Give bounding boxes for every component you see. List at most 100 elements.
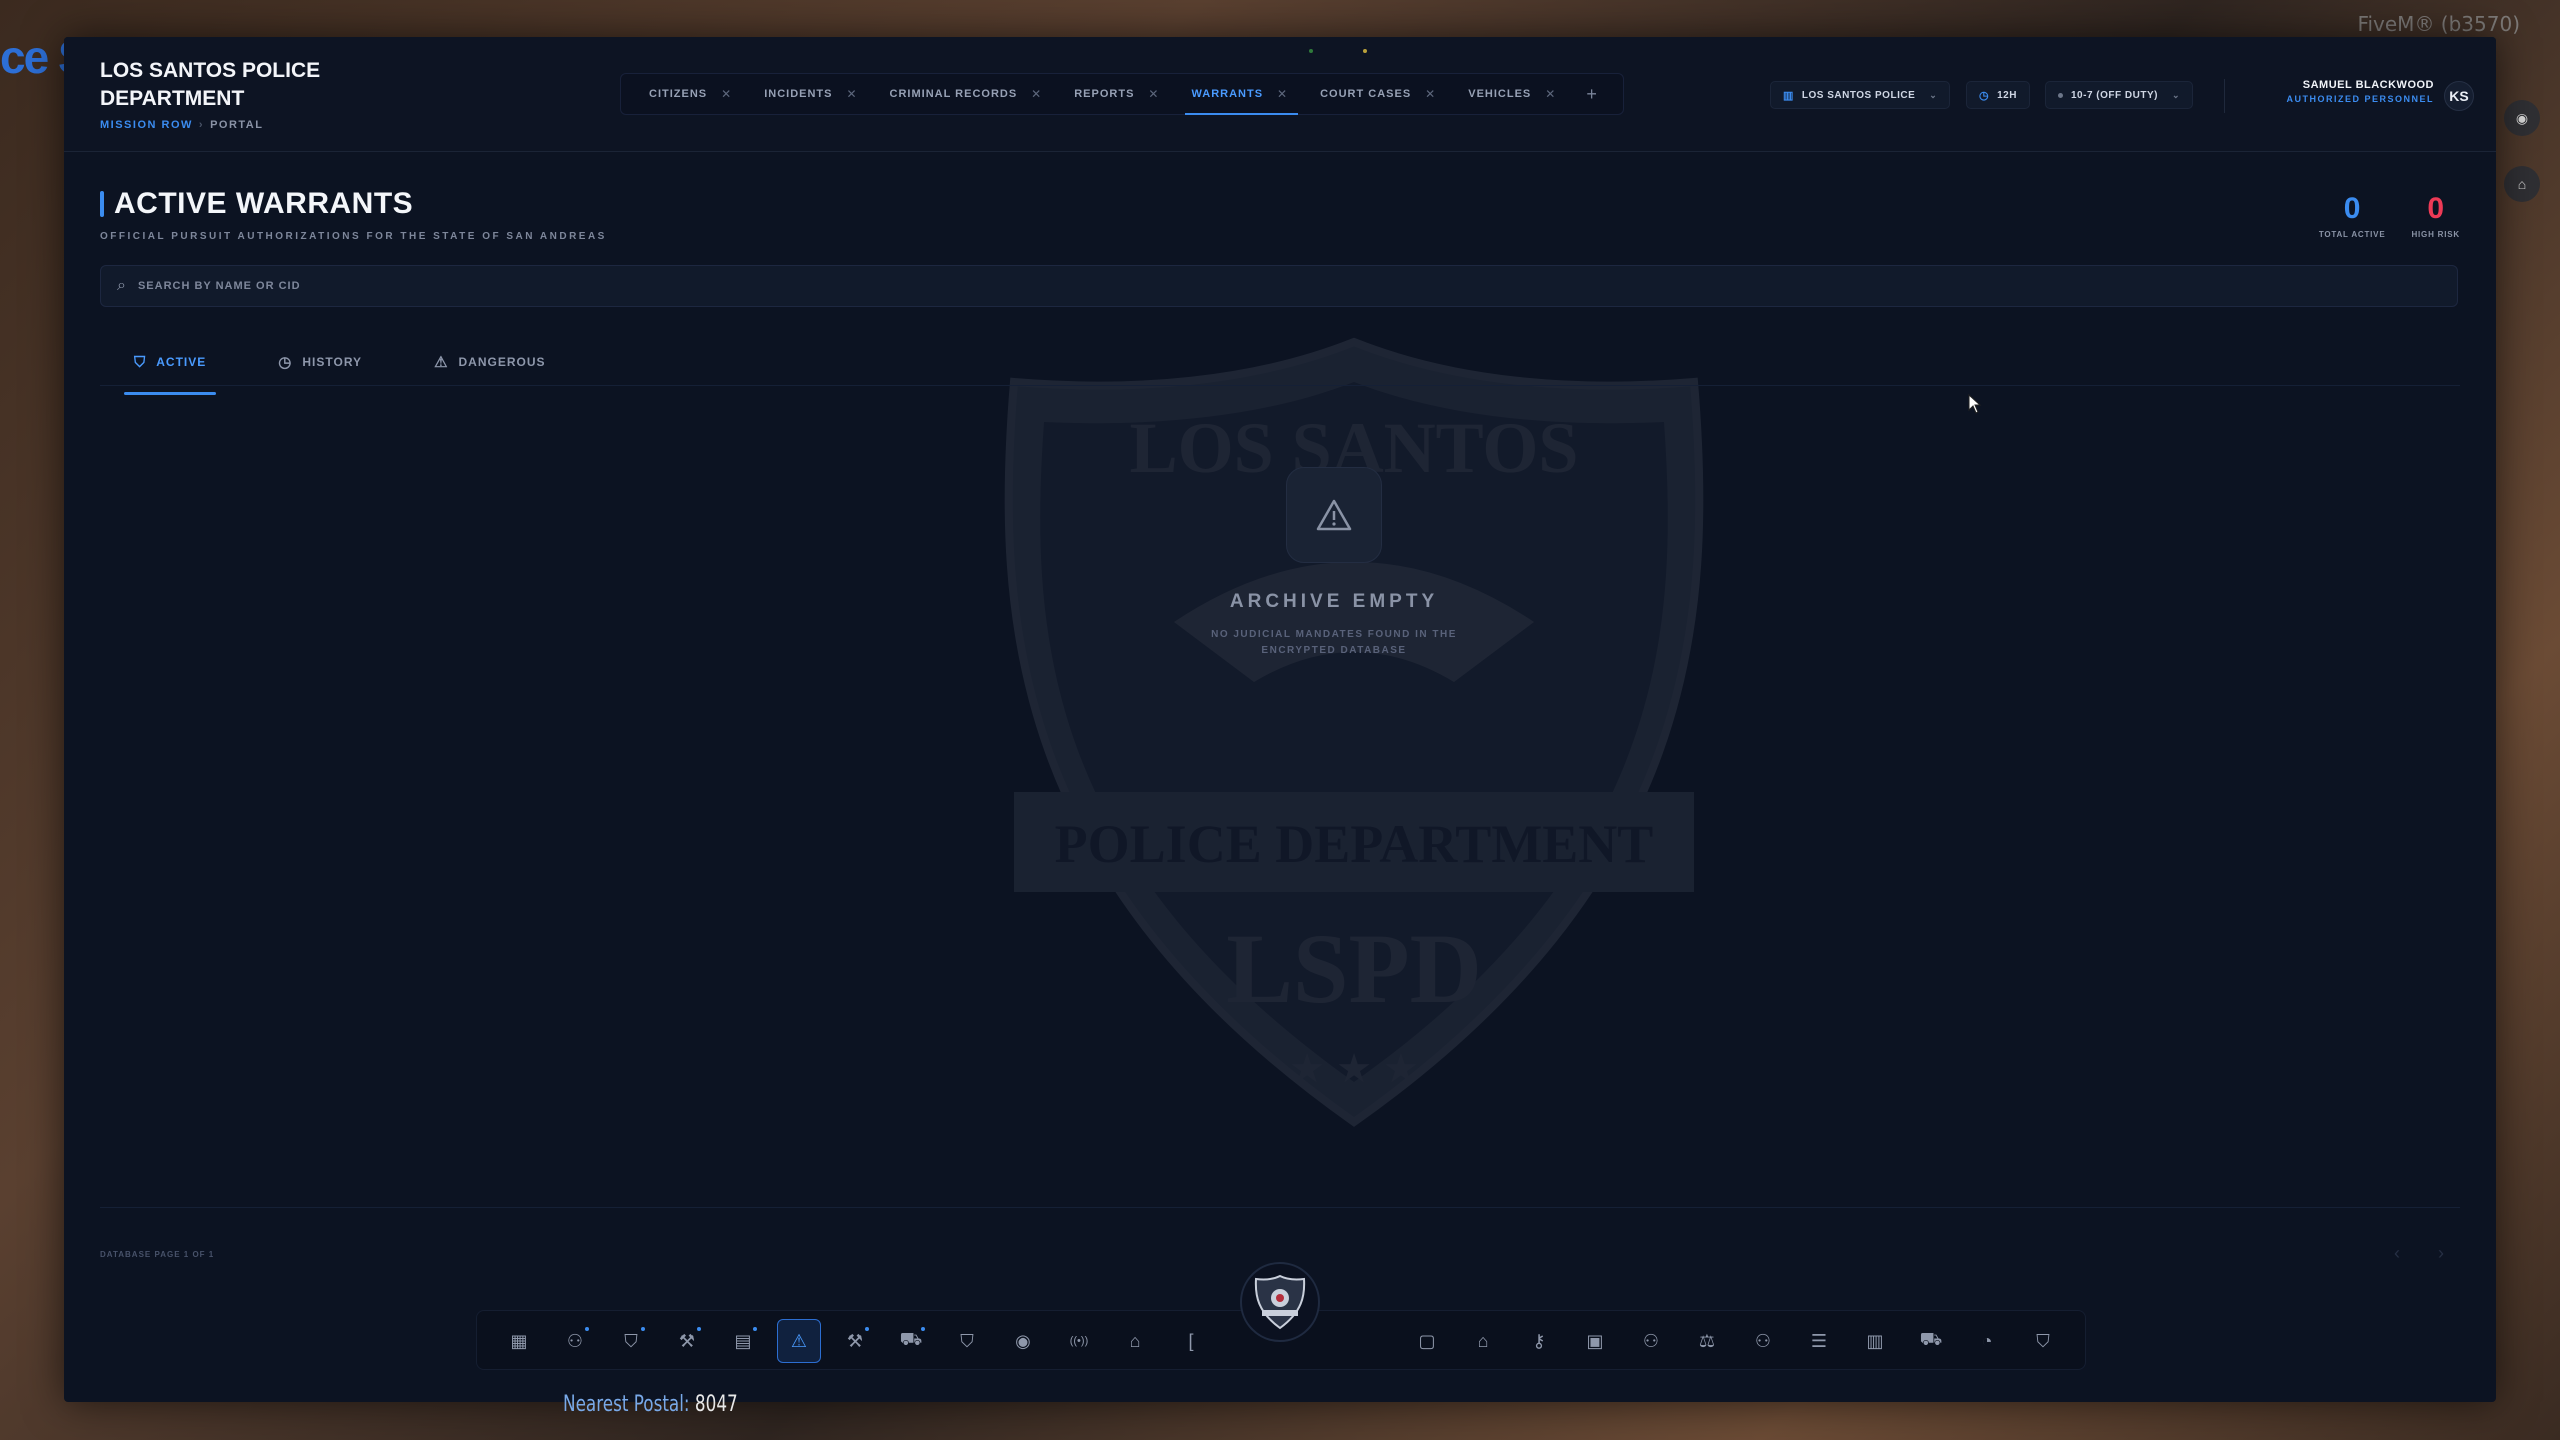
stat-value: 0	[2343, 192, 2361, 225]
user-role: AUTHORIZED PERSONNEL	[2286, 94, 2434, 104]
chevron-right-icon: ›	[198, 119, 205, 131]
dock-button-scales[interactable]: ⚖	[1685, 1319, 1729, 1363]
search-input[interactable]	[137, 280, 2441, 292]
close-icon[interactable]: ✕	[846, 87, 857, 101]
dock-button-gavel[interactable]: ⚒	[833, 1319, 877, 1363]
tab-label: CITIZENS	[649, 88, 708, 100]
dock-button-chat[interactable]: ▢	[1405, 1319, 1449, 1363]
avatar[interactable]: KS	[2444, 81, 2474, 111]
dock-button-shield-check[interactable]: ⛉	[2021, 1319, 2065, 1363]
database-icon: ☰	[1810, 1330, 1828, 1351]
dock-button-badge[interactable]: ⛉	[945, 1319, 989, 1363]
group-icon: ⚇	[1754, 1330, 1772, 1351]
close-icon[interactable]: ✕	[721, 87, 732, 101]
dock-button-warning[interactable]: ⚠	[777, 1319, 821, 1363]
clock-format-label: 12H	[1997, 89, 2017, 101]
subtab-dangerous[interactable]: ⚠ DANGEROUS	[424, 337, 555, 387]
stat-high-risk: 0 HIGH RISK	[2411, 192, 2460, 239]
empty-state-message: NO JUDICIAL MANDATES FOUND IN THE ENCRYP…	[1211, 629, 1457, 656]
add-tab-button[interactable]: +	[1572, 84, 1611, 105]
duty-status-selector[interactable]: 10-7 (OFF DUTY) ⌄	[2045, 81, 2193, 109]
pagination: ‹ ›	[2394, 1243, 2444, 1264]
brand-title: LOS SANTOS POLICE DEPARTMENT	[100, 59, 321, 110]
dock-button-document[interactable]: ▤	[721, 1319, 765, 1363]
dock-button-home[interactable]: ⌂	[1113, 1319, 1157, 1363]
chat-icon: ▢	[1418, 1330, 1436, 1351]
dock-button-radio[interactable]: ((•))	[1057, 1319, 1101, 1363]
tab-vehicles[interactable]: VEHICLES ✕	[1452, 74, 1572, 114]
tab-label: COURT CASES	[1320, 88, 1412, 100]
dock-button-dashboard[interactable]: ▦	[497, 1319, 541, 1363]
watermark-band-text: POLICE DEPARTMENT	[1055, 814, 1654, 874]
bracket-icon: [	[1188, 1330, 1194, 1351]
clock-format-toggle[interactable]: ◷ 12H	[1966, 81, 2030, 109]
notification-dot	[753, 1327, 757, 1331]
warning-icon: ⚠	[790, 1330, 808, 1351]
mouse-cursor	[1968, 394, 1982, 414]
clock-icon: ◷	[278, 354, 293, 371]
warning-icon: ⚠	[434, 354, 449, 371]
tab-reports[interactable]: REPORTS ✕	[1058, 74, 1175, 114]
shield-icon: ⛉	[134, 353, 147, 371]
game-side-icons: ◉ ⌂	[2504, 100, 2540, 232]
dock-button-database[interactable]: ☰	[1797, 1319, 1841, 1363]
user-plus-icon: ⚇	[1642, 1330, 1660, 1351]
dock-button-user-plus[interactable]: ⚇	[1629, 1319, 1673, 1363]
dock-button-palette[interactable]: ◔	[1965, 1319, 2009, 1363]
lspd-badge-watermark: LOS SANTOS POLICE DEPARTMENT LSPD ★ ★ ★	[1004, 337, 1704, 1127]
notification-dot	[585, 1327, 589, 1331]
stat-label: HIGH RISK	[2411, 230, 2460, 239]
camera-icon: ◉	[1015, 1330, 1031, 1351]
background-sign: ce S	[0, 31, 70, 83]
building-icon: ▥	[1783, 89, 1794, 102]
search-bar[interactable]: ⌕	[100, 265, 2458, 307]
dock-button-key[interactable]: ⚷	[1517, 1319, 1561, 1363]
subtab-label: DANGEROUS	[458, 355, 546, 369]
warrant-stats: 0 TOTAL ACTIVE 0 HIGH RISK	[2319, 192, 2460, 239]
notification-dot	[865, 1327, 869, 1331]
chevron-right-icon[interactable]: ›	[2438, 1243, 2444, 1264]
fivem-version-label: FiveM® (b3570)	[2357, 12, 2520, 36]
tab-court-cases[interactable]: COURT CASES ✕	[1304, 74, 1452, 114]
subtab-active[interactable]: ⛉ ACTIVE	[124, 337, 217, 395]
dock-button-graduation[interactable]: ⌂	[1461, 1319, 1505, 1363]
dock-button-camera[interactable]: ◉	[1001, 1319, 1045, 1363]
close-icon[interactable]: ✕	[1277, 87, 1288, 101]
dock-button-book[interactable]: ▥	[1853, 1319, 1897, 1363]
dock-button-shield[interactable]: ⛉	[609, 1319, 653, 1363]
close-icon[interactable]: ✕	[1031, 87, 1042, 101]
mdt-tablet: LOS SANTOS POLICE DEPARTMENT MISSION ROW…	[64, 37, 2496, 1402]
close-icon[interactable]: ✕	[1425, 87, 1436, 101]
dock-button-truck[interactable]: ⛟	[1909, 1319, 1953, 1363]
tab-criminal-records[interactable]: CRIMINAL RECORDS ✕	[874, 74, 1059, 114]
stat-total-active: 0 TOTAL ACTIVE	[2319, 192, 2386, 239]
nearest-postal: Nearest Postal: 8047	[563, 1392, 738, 1417]
radio-icon: ((•))	[1069, 1335, 1089, 1347]
tab-citizens[interactable]: CITIZENS ✕	[633, 74, 748, 114]
department-selector[interactable]: ▥ LOS SANTOS POLICE ⌄	[1770, 81, 1951, 109]
breadcrumb: MISSION ROW › PORTAL	[100, 119, 360, 131]
close-icon[interactable]: ✕	[1148, 87, 1159, 101]
close-icon[interactable]: ✕	[1545, 87, 1556, 101]
dock-button-briefcase[interactable]: ▣	[1573, 1319, 1617, 1363]
chevron-left-icon[interactable]: ‹	[2394, 1243, 2400, 1264]
notification-dot	[697, 1327, 701, 1331]
tab-incidents[interactable]: INCIDENTS ✕	[748, 74, 873, 114]
postal-value: 8047	[694, 1392, 738, 1417]
breadcrumb-location[interactable]: MISSION ROW	[100, 119, 193, 131]
tab-warrants[interactable]: WARRANTS ✕	[1175, 74, 1304, 115]
warrant-filter-tabs: ⛉ ACTIVE ◷ HISTORY ⚠ DANGEROUS	[124, 337, 608, 395]
tab-label: VEHICLES	[1468, 88, 1532, 100]
department-label: LOS SANTOS POLICE	[1801, 89, 1916, 101]
dock-button-users[interactable]: ⚇	[553, 1319, 597, 1363]
subtab-label: ACTIVE	[156, 355, 207, 369]
dock-button-group[interactable]: ⚇	[1741, 1319, 1785, 1363]
dock-button-gavel[interactable]: ⚒	[665, 1319, 709, 1363]
dock-button-bracket[interactable]: [	[1169, 1319, 1213, 1363]
users-icon: ⚇	[566, 1330, 584, 1351]
lspd-emblem-button[interactable]	[1240, 1262, 1320, 1342]
subtab-history[interactable]: ◷ HISTORY	[268, 337, 372, 387]
dashboard-icon: ▦	[510, 1330, 528, 1351]
duty-status-label: 10-7 (OFF DUTY)	[2071, 89, 2158, 101]
dock-button-car[interactable]: ⛟	[889, 1319, 933, 1363]
